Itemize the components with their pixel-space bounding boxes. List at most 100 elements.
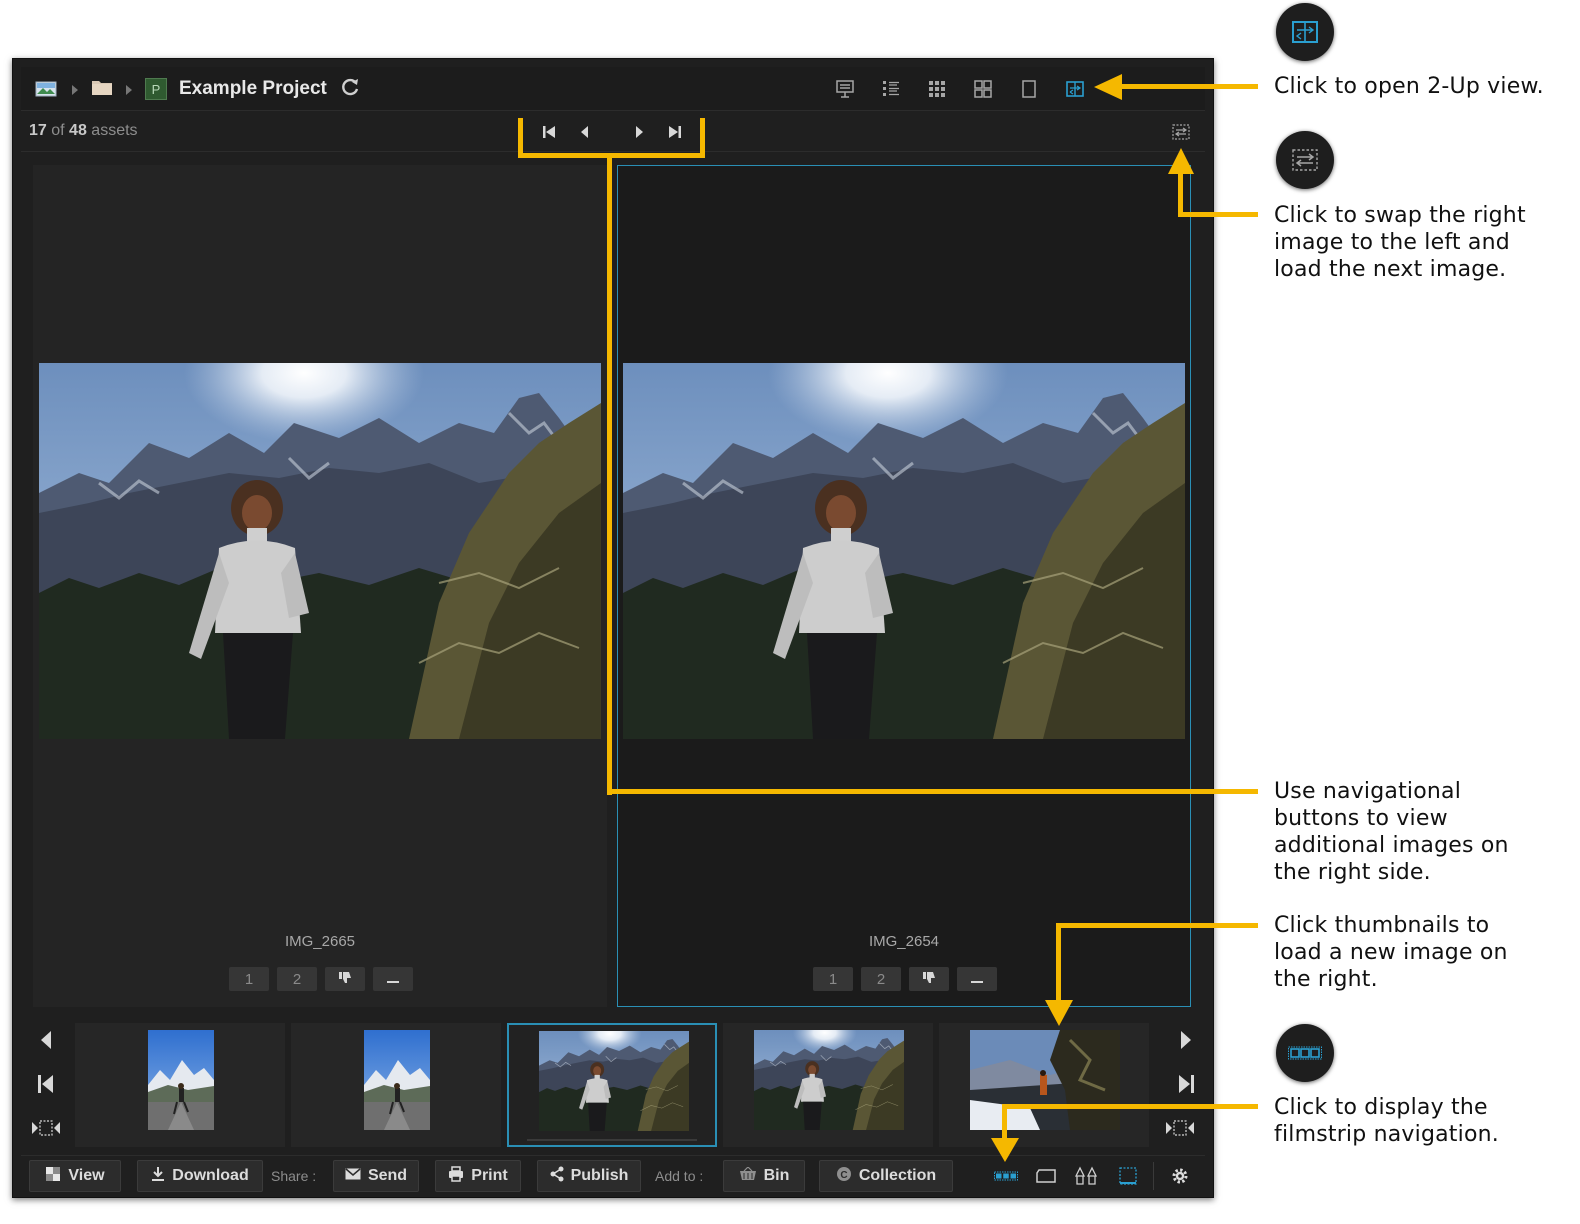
swap-connector xyxy=(1178,212,1258,217)
collection-button[interactable]: C Collection xyxy=(819,1160,953,1192)
rating-2-button[interactable]: 2 xyxy=(861,967,901,991)
thumbnail-image xyxy=(364,1030,430,1130)
large-grid-icon[interactable] xyxy=(971,78,995,100)
filmstrip-expand-icon[interactable] xyxy=(1165,1115,1195,1141)
reject-button[interactable] xyxy=(325,967,365,991)
compare-icon[interactable] xyxy=(1073,1164,1099,1188)
publish-button[interactable]: Publish xyxy=(537,1160,641,1192)
filmstrip-thumbnail[interactable] xyxy=(723,1023,933,1147)
bottom-toolbar: View Download Share : Send Print Publish… xyxy=(21,1155,1205,1195)
share-icon xyxy=(550,1166,564,1187)
thumbnail-image xyxy=(148,1030,214,1130)
small-grid-icon[interactable] xyxy=(925,78,949,100)
left-image-pane[interactable]: IMG_2665 1 2 xyxy=(33,165,607,1007)
filmstrip-connector-vertical xyxy=(1002,1104,1007,1140)
thumbs-down-icon xyxy=(922,970,936,988)
rating-1-button[interactable]: 1 xyxy=(813,967,853,991)
printer-icon xyxy=(448,1165,464,1187)
send-label: Send xyxy=(367,1167,408,1184)
download-label: Download xyxy=(172,1167,249,1184)
thumbnail-divider xyxy=(527,1139,697,1141)
right-rating-bar: 1 2 xyxy=(813,967,997,991)
nav-connector-vertical xyxy=(607,153,612,795)
rectangle-icon[interactable] xyxy=(1033,1164,1059,1188)
filmstrip-next-icon[interactable] xyxy=(1173,1027,1199,1053)
left-photo[interactable] xyxy=(39,363,601,739)
next-icon[interactable] xyxy=(629,122,649,142)
minus-icon xyxy=(971,971,983,988)
two-up-callout-icon xyxy=(1276,3,1334,61)
view-button[interactable]: View xyxy=(29,1160,121,1192)
asset-count: 17 of 48 assets xyxy=(29,122,138,139)
bin-button[interactable]: Bin xyxy=(723,1160,805,1192)
view-label: View xyxy=(68,1167,105,1184)
thumbs-arrowhead xyxy=(1045,1000,1073,1026)
annotation-filmstrip: Click to display the filmstrip navigation… xyxy=(1274,1095,1499,1147)
collection-label: Collection xyxy=(858,1167,937,1184)
thumbs-connector xyxy=(1056,923,1258,928)
filmstrip xyxy=(21,1017,1205,1149)
thumbnail-image xyxy=(970,1030,1120,1130)
right-photo[interactable] xyxy=(623,363,1185,739)
top-bar: P Example Project xyxy=(21,67,1205,111)
right-filename: IMG_2654 xyxy=(868,933,940,950)
download-icon xyxy=(151,1166,165,1187)
annotation-thumbnails: Click thumbnails to load a new image on th… xyxy=(1274,913,1508,992)
frame-icon[interactable] xyxy=(1115,1164,1141,1188)
previous-icon[interactable] xyxy=(575,122,595,142)
clear-rating-button[interactable] xyxy=(957,967,997,991)
annotation-two-up: Click to open 2-Up view. xyxy=(1274,74,1544,99)
app-window: P Example Project 17 of 48 assets IMG_26… xyxy=(12,58,1214,1198)
add-to-label: Add to : xyxy=(655,1168,704,1184)
thumbnail-image xyxy=(754,1030,904,1130)
bin-label: Bin xyxy=(763,1167,790,1184)
left-rating-bar: 1 2 xyxy=(229,967,413,991)
print-button[interactable]: Print xyxy=(435,1160,521,1192)
annotation-navigation: Use navigational buttons to view additiona… xyxy=(1274,779,1509,885)
nav-connector-horizontal xyxy=(607,789,1258,794)
project-title[interactable]: Example Project xyxy=(179,78,327,100)
project-icon[interactable]: P xyxy=(145,78,167,100)
folder-icon[interactable] xyxy=(91,78,113,100)
first-icon[interactable] xyxy=(539,122,559,142)
send-button[interactable]: Send xyxy=(333,1160,419,1192)
breadcrumb: P Example Project xyxy=(35,67,361,111)
filmstrip-arrowhead xyxy=(991,1138,1019,1162)
annotation-swap: Click to swap the right image to the left… xyxy=(1274,203,1526,282)
filmstrip-thumbnail-selected[interactable] xyxy=(507,1023,717,1147)
filmstrip-connector xyxy=(1002,1104,1258,1109)
mail-icon xyxy=(345,1167,361,1185)
download-button[interactable]: Download xyxy=(137,1160,263,1192)
basket-icon xyxy=(739,1166,757,1186)
print-label: Print xyxy=(471,1167,508,1184)
refresh-icon[interactable] xyxy=(339,76,361,102)
thumbnail-image xyxy=(539,1031,689,1131)
filmstrip-thumbnail[interactable] xyxy=(75,1023,285,1147)
two-up-connector xyxy=(1120,84,1258,89)
list-view-icon[interactable] xyxy=(879,78,903,100)
collection-icon: C xyxy=(836,1166,852,1187)
single-view-icon[interactable] xyxy=(1017,78,1041,100)
rating-2-button[interactable]: 2 xyxy=(277,967,317,991)
filmstrip-icon[interactable] xyxy=(993,1164,1019,1188)
publish-label: Publish xyxy=(570,1167,629,1184)
filmstrip-previous-icon[interactable] xyxy=(33,1027,59,1053)
filmstrip-callout-icon xyxy=(1276,1024,1334,1082)
swap-callout-icon xyxy=(1276,131,1334,189)
filmstrip-thumbnail[interactable] xyxy=(939,1023,1149,1147)
filmstrip-last-icon[interactable] xyxy=(1173,1071,1199,1097)
clear-rating-button[interactable] xyxy=(373,967,413,991)
rating-1-button[interactable]: 1 xyxy=(229,967,269,991)
last-icon[interactable] xyxy=(665,122,685,142)
gear-icon[interactable] xyxy=(1167,1164,1193,1188)
filmstrip-first-icon[interactable] xyxy=(33,1071,59,1097)
two-up-view-icon[interactable] xyxy=(1063,78,1087,100)
image-icon[interactable] xyxy=(35,81,57,97)
filmstrip-collapse-icon[interactable] xyxy=(31,1115,61,1141)
filmstrip-thumbnail[interactable] xyxy=(291,1023,501,1147)
nav-bracket-left xyxy=(518,118,523,158)
reject-button[interactable] xyxy=(909,967,949,991)
swap-icon[interactable] xyxy=(1171,122,1191,142)
presentation-view-icon[interactable] xyxy=(833,78,857,100)
right-image-pane[interactable]: IMG_2654 1 2 xyxy=(617,165,1191,1007)
